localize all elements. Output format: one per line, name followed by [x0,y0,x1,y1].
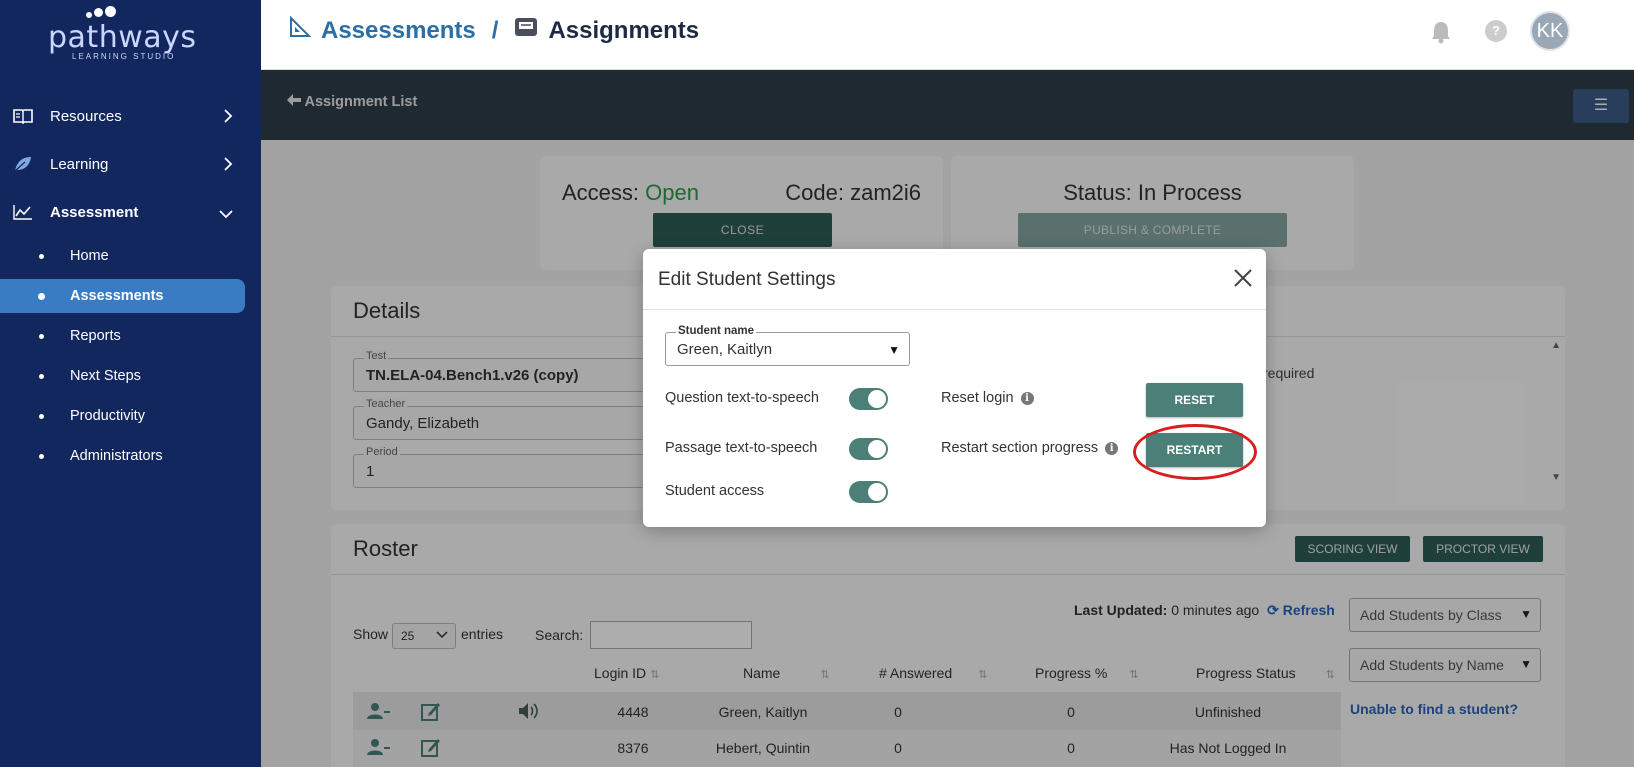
sidebar-subitem-productivity[interactable]: Productivity [0,399,261,433]
student-name-select[interactable]: Student name Green, Kaitlyn ▼ [665,325,910,366]
breadcrumb-separator: / [491,16,499,44]
breadcrumb-assessments[interactable]: Assessments [321,17,476,45]
sidebar-item-label: Assessment [50,203,139,221]
student-access-label: Student access [665,483,765,499]
leaf-icon [12,155,34,173]
toggle-knob [868,440,886,458]
caret-down-icon: ▼ [888,343,900,357]
sidebar-subitem-label: Home [70,248,109,264]
sidebar-subitem-label: Reports [70,328,121,344]
sidebar: pathways LEARNING STUDIO Resources Learn… [0,0,261,767]
breadcrumb: Assessments / Assignments [289,15,700,45]
info-icon[interactable]: i [1020,391,1034,405]
bullet-icon [38,292,45,300]
bullet-icon [39,333,44,339]
sidebar-subitem-label: Next Steps [70,368,141,384]
chevron-right-icon [223,108,233,128]
sidebar-subitem-home[interactable]: Home [0,239,261,273]
sidebar-item-label: Learning [50,155,109,173]
sidebar-item-assessment[interactable]: Assessment [0,192,261,232]
reset-login-label: Reset login [941,390,1014,406]
avatar[interactable]: KK [1530,11,1570,51]
sidebar-item-learning[interactable]: Learning [0,144,261,184]
passage-tts-label: Passage text-to-speech [665,440,818,456]
bullet-icon [39,413,44,419]
top-bar: Assessments / Assignments ? KK [261,0,1634,70]
student-name-label: Student name [676,325,757,337]
student-access-toggle[interactable] [849,481,888,503]
highlight-ring [1133,424,1257,480]
sidebar-subitem-reports[interactable]: Reports [0,319,261,353]
sidebar-item-resources[interactable]: Resources [0,96,261,136]
sidebar-subitem-label: Productivity [70,408,145,424]
close-icon[interactable] [1232,267,1254,289]
info-icon[interactable]: i [1105,441,1119,455]
inbox-icon [514,16,538,45]
sidebar-subitem-label: Administrators [70,448,163,464]
logo-text: pathways [48,20,197,55]
help-icon[interactable]: ? [1485,20,1507,42]
student-name-value: Green, Kaitlyn [677,341,773,358]
question-tts-toggle[interactable] [849,388,888,410]
app-root: pathways LEARNING STUDIO Resources Learn… [0,0,1634,767]
reset-button[interactable]: RESET [1146,383,1243,417]
toggle-knob [868,390,886,408]
bullet-icon [39,253,44,259]
sidebar-subitem-administrators[interactable]: Administrators [0,439,261,473]
bullet-icon [39,373,44,379]
restart-section-label: Restart section progress [941,440,1099,456]
logo[interactable]: pathways LEARNING STUDIO [48,6,198,62]
breadcrumb-assignments: Assignments [548,16,700,44]
edit-student-settings-modal: Edit Student Settings Student name Green… [643,249,1266,527]
chevron-right-icon [223,156,233,176]
question-tts-label: Question text-to-speech [665,390,819,406]
chevron-down-icon [219,206,233,223]
passage-tts-toggle[interactable] [849,438,888,460]
toggle-knob [868,483,886,501]
sidebar-subitem-next-steps[interactable]: Next Steps [0,359,261,393]
modal-title: Edit Student Settings [658,269,836,290]
sidebar-item-label: Resources [50,107,122,125]
ruler-triangle-icon [289,15,312,45]
bell-icon[interactable] [1430,20,1452,49]
sidebar-subitem-assessments[interactable]: Assessments [0,279,245,313]
sidebar-subitem-label: Assessments [70,288,164,304]
chart-line-icon [12,203,34,221]
divider [643,309,1266,310]
restart-section-row: Restart section progress i [941,440,1119,456]
reset-login-row: Reset login i [941,390,1034,406]
book-icon [12,107,34,125]
bullet-icon [39,453,44,459]
logo-subtitle: LEARNING STUDIO [72,52,176,61]
